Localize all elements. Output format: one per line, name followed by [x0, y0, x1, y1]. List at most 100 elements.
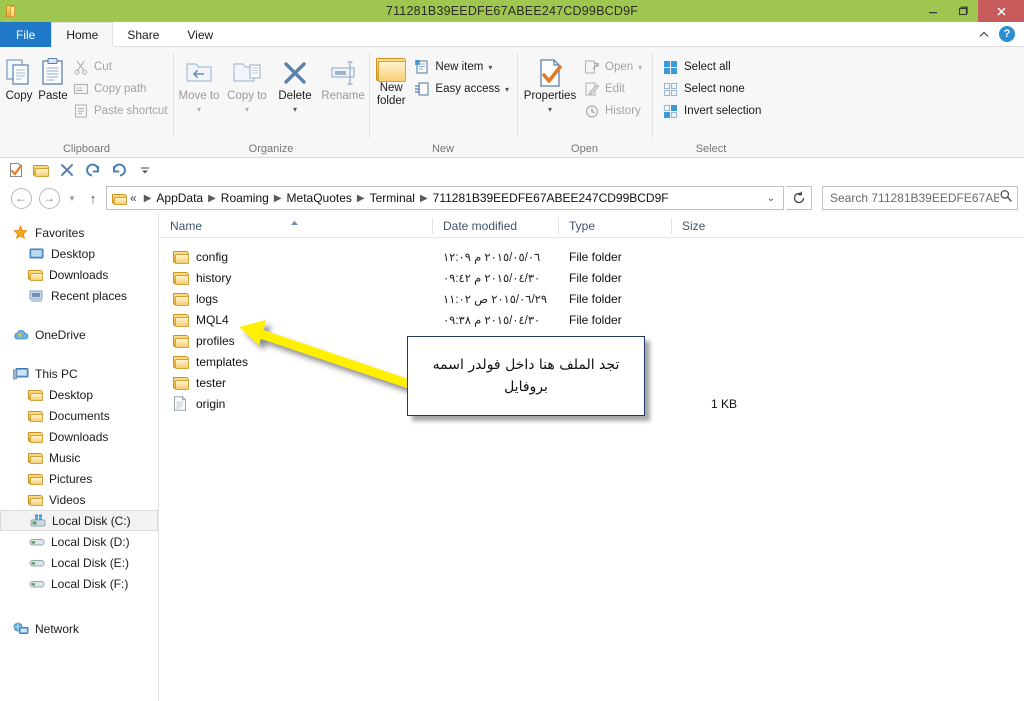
- new-item-button[interactable]: New item ▾: [411, 56, 515, 78]
- breadcrumb-metaquotes[interactable]: MetaQuotes: [287, 191, 352, 205]
- sidebar-item-downloads[interactable]: Downloads: [0, 426, 158, 447]
- breadcrumb-overflow[interactable]: «: [128, 191, 139, 205]
- close-button[interactable]: [978, 0, 1024, 22]
- window-title: 711281B39EEDFE67ABEE247CD99BCD9F: [0, 4, 1024, 18]
- new-folder-button[interactable]: New folder: [371, 52, 411, 108]
- breadcrumb-current-folder[interactable]: 711281B39EEDFE67ABEE247CD99BCD9F: [433, 191, 669, 205]
- breadcrumb-appdata[interactable]: AppData: [156, 191, 203, 205]
- sidebar-item-music[interactable]: Music: [0, 447, 158, 468]
- sidebar-item-downloads-fav[interactable]: Downloads: [0, 264, 158, 285]
- column-header-size[interactable]: Size: [671, 214, 751, 238]
- sidebar-item-videos[interactable]: Videos: [0, 489, 158, 510]
- properties-button[interactable]: Properties ▾: [519, 52, 581, 116]
- delete-button[interactable]: Delete ▾: [271, 52, 319, 116]
- history-button[interactable]: History: [581, 100, 648, 122]
- table-row[interactable]: config ٢٠١٥/٠٥/٠٦ م ١٢:٠٩ File folder: [159, 246, 1024, 267]
- column-header-type[interactable]: Type: [558, 214, 671, 238]
- refresh-button[interactable]: [786, 186, 812, 210]
- search-box[interactable]: [822, 186, 1018, 210]
- table-row[interactable]: logs ٢٠١٥/٠٦/٢٩ ص ١١:٠٢ File folder: [159, 288, 1024, 309]
- edit-label: Edit: [605, 83, 625, 95]
- copy-path-icon: [72, 81, 89, 98]
- rename-button[interactable]: Rename: [319, 52, 367, 103]
- search-input[interactable]: [830, 191, 999, 205]
- recent-locations-button[interactable]: ▼: [64, 194, 80, 203]
- address-bar: ← → ▼ ↑ « ▶ AppData ▶ Roaming ▶ MetaQuot…: [0, 182, 1024, 214]
- edit-button[interactable]: Edit: [581, 78, 648, 100]
- sidebar-item-local-disk-f[interactable]: Local Disk (F:): [0, 573, 158, 594]
- delete-label: Delete: [278, 90, 311, 103]
- sidebar-item-local-disk-c[interactable]: Local Disk (C:): [0, 510, 158, 531]
- tab-share[interactable]: Share: [113, 22, 173, 47]
- back-button[interactable]: ←: [8, 186, 34, 210]
- chevron-down-icon[interactable]: ▾: [293, 103, 297, 116]
- sidebar-label: Downloads: [49, 268, 108, 282]
- sidebar-item-desktop[interactable]: Desktop: [0, 384, 158, 405]
- sidebar-header-onedrive[interactable]: OneDrive: [0, 324, 158, 345]
- select-none-button[interactable]: Select none: [660, 78, 767, 100]
- customize-toolbar-caret-icon[interactable]: [136, 162, 153, 179]
- sidebar-item-desktop-fav[interactable]: Desktop: [0, 243, 158, 264]
- copy-button[interactable]: Copy: [2, 52, 36, 103]
- sidebar-item-local-disk-d[interactable]: Local Disk (D:): [0, 531, 158, 552]
- tab-home[interactable]: Home: [51, 22, 113, 47]
- breadcrumb-folder-icon: [110, 192, 128, 205]
- copy-to-button[interactable]: Copy to ▾: [223, 52, 271, 116]
- breadcrumb-terminal[interactable]: Terminal: [370, 191, 415, 205]
- chevron-down-icon[interactable]: ▾: [505, 85, 509, 94]
- file-name-cell[interactable]: profiles: [159, 330, 432, 351]
- forward-button[interactable]: →: [36, 186, 62, 210]
- easy-access-button[interactable]: Easy access ▾: [411, 78, 515, 100]
- sidebar-item-recent-places[interactable]: Recent places: [0, 285, 158, 306]
- invert-selection-button[interactable]: Invert selection: [660, 100, 767, 122]
- tab-file[interactable]: File: [0, 22, 51, 47]
- breadcrumb-roaming[interactable]: Roaming: [221, 191, 269, 205]
- up-button[interactable]: ↑: [82, 191, 104, 206]
- sidebar-item-local-disk-e[interactable]: Local Disk (E:): [0, 552, 158, 573]
- column-header-name[interactable]: Name: [159, 214, 432, 238]
- delete-icon[interactable]: [58, 162, 75, 179]
- chevron-down-icon[interactable]: ▾: [548, 103, 552, 116]
- tab-view[interactable]: View: [173, 22, 227, 47]
- breadcrumb[interactable]: « ▶ AppData ▶ Roaming ▶ MetaQuotes ▶ Ter…: [106, 186, 784, 210]
- file-name-cell[interactable]: tester: [159, 372, 432, 393]
- sidebar-header-favorites[interactable]: Favorites: [0, 222, 158, 243]
- chevron-down-icon[interactable]: ▾: [488, 63, 492, 72]
- redo-icon[interactable]: [84, 162, 101, 179]
- open-button[interactable]: Open ▾: [581, 56, 648, 78]
- chevron-up-icon[interactable]: [978, 28, 990, 40]
- select-all-button[interactable]: Select all: [660, 56, 767, 78]
- sidebar-header-network[interactable]: Network: [0, 618, 158, 639]
- paste-shortcut-button[interactable]: Paste shortcut: [70, 100, 174, 122]
- easy-access-icon: [413, 81, 430, 98]
- file-icon: [173, 396, 189, 411]
- paste-button[interactable]: Paste: [36, 52, 70, 103]
- cut-button[interactable]: Cut: [70, 56, 174, 78]
- table-row[interactable]: history ٢٠١٥/٠٤/٣٠ م ٠٩:٤٢ File folder: [159, 267, 1024, 288]
- file-name-cell[interactable]: logs: [159, 288, 432, 309]
- minimize-button[interactable]: [918, 0, 948, 22]
- file-date-cell: ٢٠١٥/٠٥/٠٦ م ١٢:٠٩: [432, 246, 558, 267]
- file-name-cell[interactable]: templates: [159, 351, 432, 372]
- properties-icon[interactable]: [7, 162, 24, 179]
- sidebar-item-pictures[interactable]: Pictures: [0, 468, 158, 489]
- history-clock-icon: [583, 103, 600, 120]
- table-row[interactable]: MQL4 ٢٠١٥/٠٤/٣٠ م ٠٩:٣٨ File folder: [159, 309, 1024, 330]
- chevron-down-icon: ▾: [638, 63, 642, 72]
- undo-icon[interactable]: [110, 162, 127, 179]
- new-folder-icon[interactable]: [33, 163, 49, 177]
- move-to-button[interactable]: Move to ▾: [175, 52, 223, 116]
- column-header-date-modified[interactable]: Date modified: [432, 214, 558, 238]
- sidebar-header-this-pc[interactable]: This PC: [0, 363, 158, 384]
- help-icon[interactable]: ?: [999, 26, 1015, 42]
- file-name-cell[interactable]: origin: [159, 393, 432, 414]
- file-name-cell[interactable]: history: [159, 267, 432, 288]
- file-name-cell[interactable]: MQL4: [159, 309, 432, 330]
- search-icon[interactable]: [999, 189, 1013, 208]
- copy-path-button[interactable]: Copy path: [70, 78, 174, 100]
- maximize-restore-button[interactable]: [948, 0, 978, 22]
- sidebar-item-documents[interactable]: Documents: [0, 405, 158, 426]
- chevron-down-icon[interactable]: ⌄: [761, 193, 781, 204]
- folder-icon: [173, 270, 189, 285]
- file-name-cell[interactable]: config: [159, 246, 432, 267]
